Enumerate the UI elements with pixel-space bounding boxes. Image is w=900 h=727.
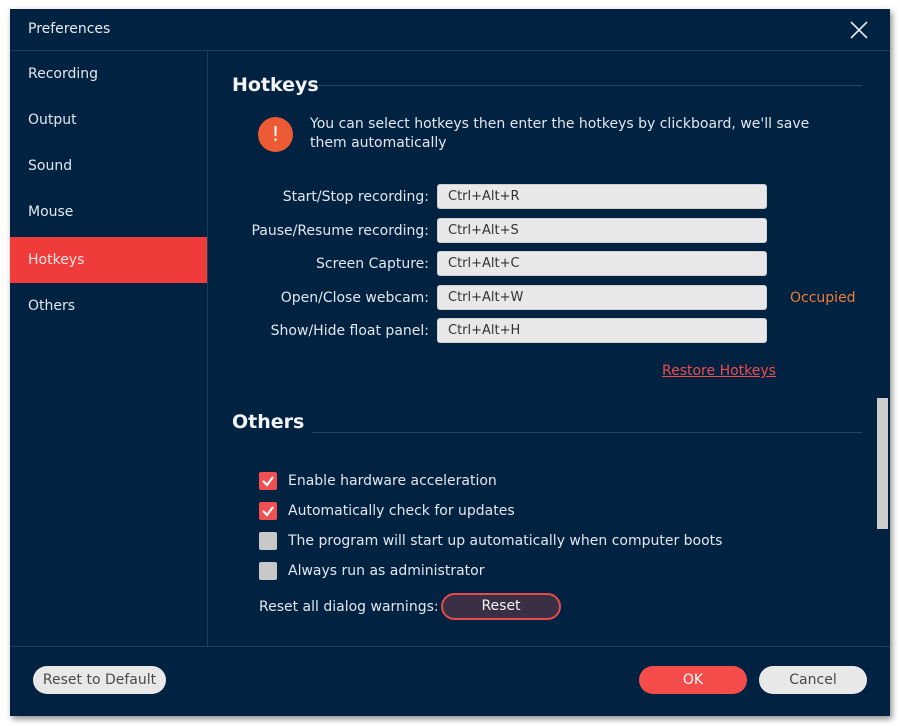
hotkey-input-start-stop[interactable] xyxy=(437,184,767,209)
section-divider xyxy=(312,432,862,433)
hotkey-label-webcam: Open/Close webcam: xyxy=(280,290,429,306)
hotkeys-section-title: Hotkeys xyxy=(232,74,319,96)
check-updates-checkbox[interactable] xyxy=(259,502,277,520)
footer-divider xyxy=(10,646,890,647)
startup-checkbox[interactable] xyxy=(259,532,277,550)
restore-hotkeys-link[interactable]: Restore Hotkeys xyxy=(662,363,776,379)
startup-label: The program will start up automatically … xyxy=(288,533,723,549)
sidebar-item-mouse[interactable]: Mouse xyxy=(10,189,207,235)
warning-icon: ! xyxy=(258,117,293,152)
scrollbar-thumb[interactable] xyxy=(877,398,888,529)
checkmark-icon xyxy=(262,476,274,487)
hotkeys-info-text: You can select hotkeys then enter the ho… xyxy=(310,116,810,151)
hotkey-input-webcam[interactable] xyxy=(437,285,767,310)
reset-to-default-button[interactable]: Reset to Default xyxy=(33,666,166,694)
ok-button[interactable]: OK xyxy=(639,666,747,694)
sidebar-item-hotkeys[interactable]: Hotkeys xyxy=(10,237,207,283)
title-bar: Preferences xyxy=(10,9,890,51)
hardware-acceleration-checkbox[interactable] xyxy=(259,472,277,490)
run-as-admin-label: Always run as administrator xyxy=(288,563,485,579)
checkmark-icon xyxy=(262,506,274,517)
cancel-button[interactable]: Cancel xyxy=(759,666,867,694)
hotkey-label-float-panel: Show/Hide float panel: xyxy=(270,323,429,339)
sidebar-item-others[interactable]: Others xyxy=(10,283,207,329)
hardware-acceleration-label: Enable hardware acceleration xyxy=(288,473,497,489)
hotkey-label-screen-capture: Screen Capture: xyxy=(316,256,429,272)
check-updates-label: Automatically check for updates xyxy=(288,503,515,519)
sidebar-item-sound[interactable]: Sound xyxy=(10,143,207,189)
sidebar-item-output[interactable]: Output xyxy=(10,97,207,143)
hotkey-label-pause-resume: Pause/Resume recording: xyxy=(251,223,429,239)
occupied-status: Occupied xyxy=(790,290,856,306)
dialog-title: Preferences xyxy=(28,21,111,37)
hotkey-input-pause-resume[interactable] xyxy=(437,218,767,243)
others-section-title: Others xyxy=(232,411,305,433)
hotkey-input-float-panel[interactable] xyxy=(437,318,767,343)
run-as-admin-checkbox[interactable] xyxy=(259,562,277,580)
settings-content: Hotkeys ! You can select hotkeys then en… xyxy=(208,51,890,646)
preferences-dialog: Preferences Recording Output Sound Mouse… xyxy=(10,9,890,716)
reset-warnings-label: Reset all dialog warnings: xyxy=(259,599,439,615)
hotkey-input-screen-capture[interactable] xyxy=(437,251,767,276)
hotkey-label-start-stop: Start/Stop recording: xyxy=(282,189,429,205)
sidebar: Recording Output Sound Mouse Hotkeys Oth… xyxy=(10,51,208,646)
close-button[interactable] xyxy=(848,19,870,41)
sidebar-item-recording[interactable]: Recording xyxy=(10,51,207,97)
close-icon xyxy=(850,21,868,39)
reset-warnings-button[interactable]: Reset xyxy=(441,593,561,620)
section-divider xyxy=(318,85,862,86)
